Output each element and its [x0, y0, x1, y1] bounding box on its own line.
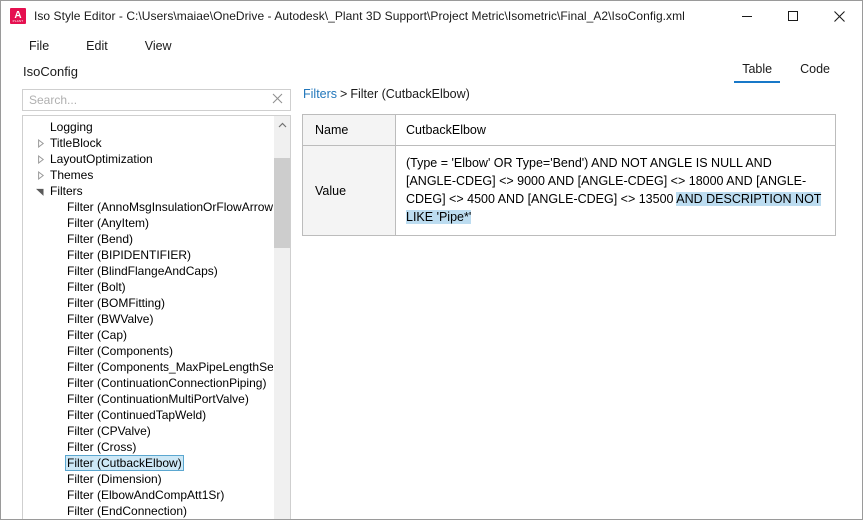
tree-item-label: Filter (AnyItem) — [67, 216, 150, 230]
tree-item-label: Filter (BWValve) — [67, 312, 154, 326]
tree-item[interactable]: Filter (CutbackElbow) — [23, 455, 273, 471]
close-button[interactable] — [816, 1, 862, 31]
tree-item-label: Filter (Bolt) — [67, 280, 126, 294]
close-icon — [833, 10, 846, 23]
tree-item[interactable]: Themes — [23, 167, 273, 183]
tree-item[interactable]: Filter (Components) — [23, 343, 273, 359]
chevron-down-icon[interactable] — [33, 183, 48, 199]
breadcrumb-link-filters[interactable]: Filters — [303, 87, 337, 101]
tree-item[interactable]: Filter (BlindFlangeAndCaps) — [23, 263, 273, 279]
close-icon — [272, 91, 283, 109]
tree-item[interactable]: Filter (BIPIDENTIFIER) — [23, 247, 273, 263]
minimize-icon — [741, 10, 753, 22]
property-value-name[interactable]: CutbackElbow — [396, 115, 835, 145]
tree-item-label: LayoutOptimization — [50, 152, 153, 166]
property-table: Name CutbackElbow Value (Type = 'Elbow' … — [302, 114, 836, 236]
tree-item[interactable]: Filter (CPValve) — [23, 423, 273, 439]
menu-item-edit[interactable]: Edit — [73, 35, 121, 57]
chevron-up-icon — [278, 116, 287, 134]
tree-item-label: Filter (Components_MaxPipeLengthSegm — [67, 360, 273, 374]
tree-item[interactable]: Filter (Cap) — [23, 327, 273, 343]
chevron-right-icon[interactable] — [33, 151, 48, 167]
tree-item[interactable]: Filter (BWValve) — [23, 311, 273, 327]
menu-bar: File Edit View — [1, 31, 862, 60]
page-title: IsoConfig — [23, 64, 78, 79]
tree-item[interactable]: Filter (ContinuationMultiPortValve) — [23, 391, 273, 407]
tree-item[interactable]: Filter (AnnoMsgInsulationOrFlowArrow) — [23, 199, 273, 215]
chevron-right-icon[interactable] — [33, 135, 48, 151]
maximize-icon — [787, 10, 799, 22]
minimize-button[interactable] — [724, 1, 770, 31]
tab-table[interactable]: Table — [728, 59, 786, 83]
tree-item[interactable]: Filter (Bolt) — [23, 279, 273, 295]
tree-item-label: Logging — [50, 120, 93, 134]
tree-item-label: Filter (Cross) — [67, 440, 137, 454]
tree-item-label: Filter (CutbackElbow) — [65, 455, 184, 471]
tab-code[interactable]: Code — [786, 59, 844, 83]
tree-item[interactable]: Filter (Bend) — [23, 231, 273, 247]
tree-item[interactable]: Filter (AnyItem) — [23, 215, 273, 231]
tree-item[interactable]: Filter (ContinuationConnectionPiping) — [23, 375, 273, 391]
tree-item-label: Filter (BOMFitting) — [67, 296, 166, 310]
table-row-value: Value (Type = 'Elbow' OR Type='Bend') AN… — [303, 146, 835, 235]
tree-item-label: TitleBlock — [50, 136, 102, 150]
scroll-up-button[interactable] — [274, 116, 290, 134]
tree-item-label: Filter (ContinuationConnectionPiping) — [67, 376, 267, 390]
view-tabs: Table Code — [728, 59, 844, 83]
tree-item-label: Filter (Dimension) — [67, 472, 162, 486]
config-tree[interactable]: Logging TitleBlock LayoutOptimization Theme… — [23, 116, 273, 519]
tree-item-label: Filter (EndConnection) — [67, 504, 188, 518]
tree-item[interactable]: Logging — [23, 119, 273, 135]
tree-item-label: Filter (BlindFlangeAndCaps) — [67, 264, 218, 278]
config-tree-panel: Logging TitleBlock LayoutOptimization Theme… — [22, 115, 291, 519]
tree-item-label: Filter (AnnoMsgInsulationOrFlowArrow) — [67, 200, 273, 214]
search-clear-button[interactable] — [266, 90, 288, 110]
tree-item[interactable]: Filter (Components_MaxPipeLengthSegm — [23, 359, 273, 375]
search-box — [22, 89, 291, 111]
iso-style-editor-window: A PLANT Iso Style Editor - C:\Users\maia… — [0, 0, 863, 520]
tree-item[interactable]: Filter (Dimension) — [23, 471, 273, 487]
tree-item-label: Filter (ContinuationMultiPortValve) — [67, 392, 249, 406]
scrollbar-thumb[interactable] — [274, 158, 290, 248]
tree-item-label: Filter (BIPIDENTIFIER) — [67, 248, 192, 262]
tree-item[interactable]: LayoutOptimization — [23, 151, 273, 167]
breadcrumb-separator: > — [340, 87, 348, 101]
tree-no-twisty — [33, 119, 48, 135]
tree-item-label: Filters — [50, 184, 83, 198]
tree-item[interactable]: Filter (ElbowAndCompAtt1Sr) — [23, 487, 273, 503]
menu-item-view[interactable]: View — [132, 35, 185, 57]
tree-item-label: Filter (ElbowAndCompAtt1Sr) — [67, 488, 225, 502]
tree-item-label: Themes — [50, 168, 94, 182]
tree-item[interactable]: Filter (Cross) — [23, 439, 273, 455]
tree-item-label: Filter (Bend) — [67, 232, 134, 246]
property-key-value: Value — [303, 146, 396, 235]
property-value-expression[interactable]: (Type = 'Elbow' OR Type='Bend') AND NOT … — [396, 146, 835, 235]
tree-item[interactable]: TitleBlock — [23, 135, 273, 151]
property-key-name: Name — [303, 115, 396, 145]
breadcrumb: Filters > Filter (CutbackElbow) — [303, 87, 470, 101]
tree-item-label: Filter (Cap) — [67, 328, 128, 342]
tree-item-label: Filter (CPValve) — [67, 424, 151, 438]
breadcrumb-current: Filter (CutbackElbow) — [350, 87, 470, 101]
search-input[interactable] — [23, 90, 266, 110]
window-title: Iso Style Editor - C:\Users\maiae\OneDri… — [34, 9, 685, 23]
maximize-button[interactable] — [770, 1, 816, 31]
tree-item[interactable]: Filter (BOMFitting) — [23, 295, 273, 311]
tree-item[interactable]: Filters — [23, 183, 273, 199]
chevron-right-icon[interactable] — [33, 167, 48, 183]
tree-item[interactable]: Filter (EndConnection) — [23, 503, 273, 519]
table-row-name: Name CutbackElbow — [303, 115, 835, 146]
tree-item[interactable]: Filter (ContinuedTapWeld) — [23, 407, 273, 423]
window-controls — [724, 1, 862, 31]
autodesk-a-icon: A PLANT — [10, 8, 26, 24]
menu-item-file[interactable]: File — [16, 35, 62, 57]
tree-item-label: Filter (Components) — [67, 344, 174, 358]
app-icon-subtext: PLANT — [12, 19, 24, 23]
tree-item-label: Filter (ContinuedTapWeld) — [67, 408, 207, 422]
title-bar: A PLANT Iso Style Editor - C:\Users\maia… — [1, 1, 862, 31]
tree-scrollbar[interactable] — [273, 116, 290, 519]
